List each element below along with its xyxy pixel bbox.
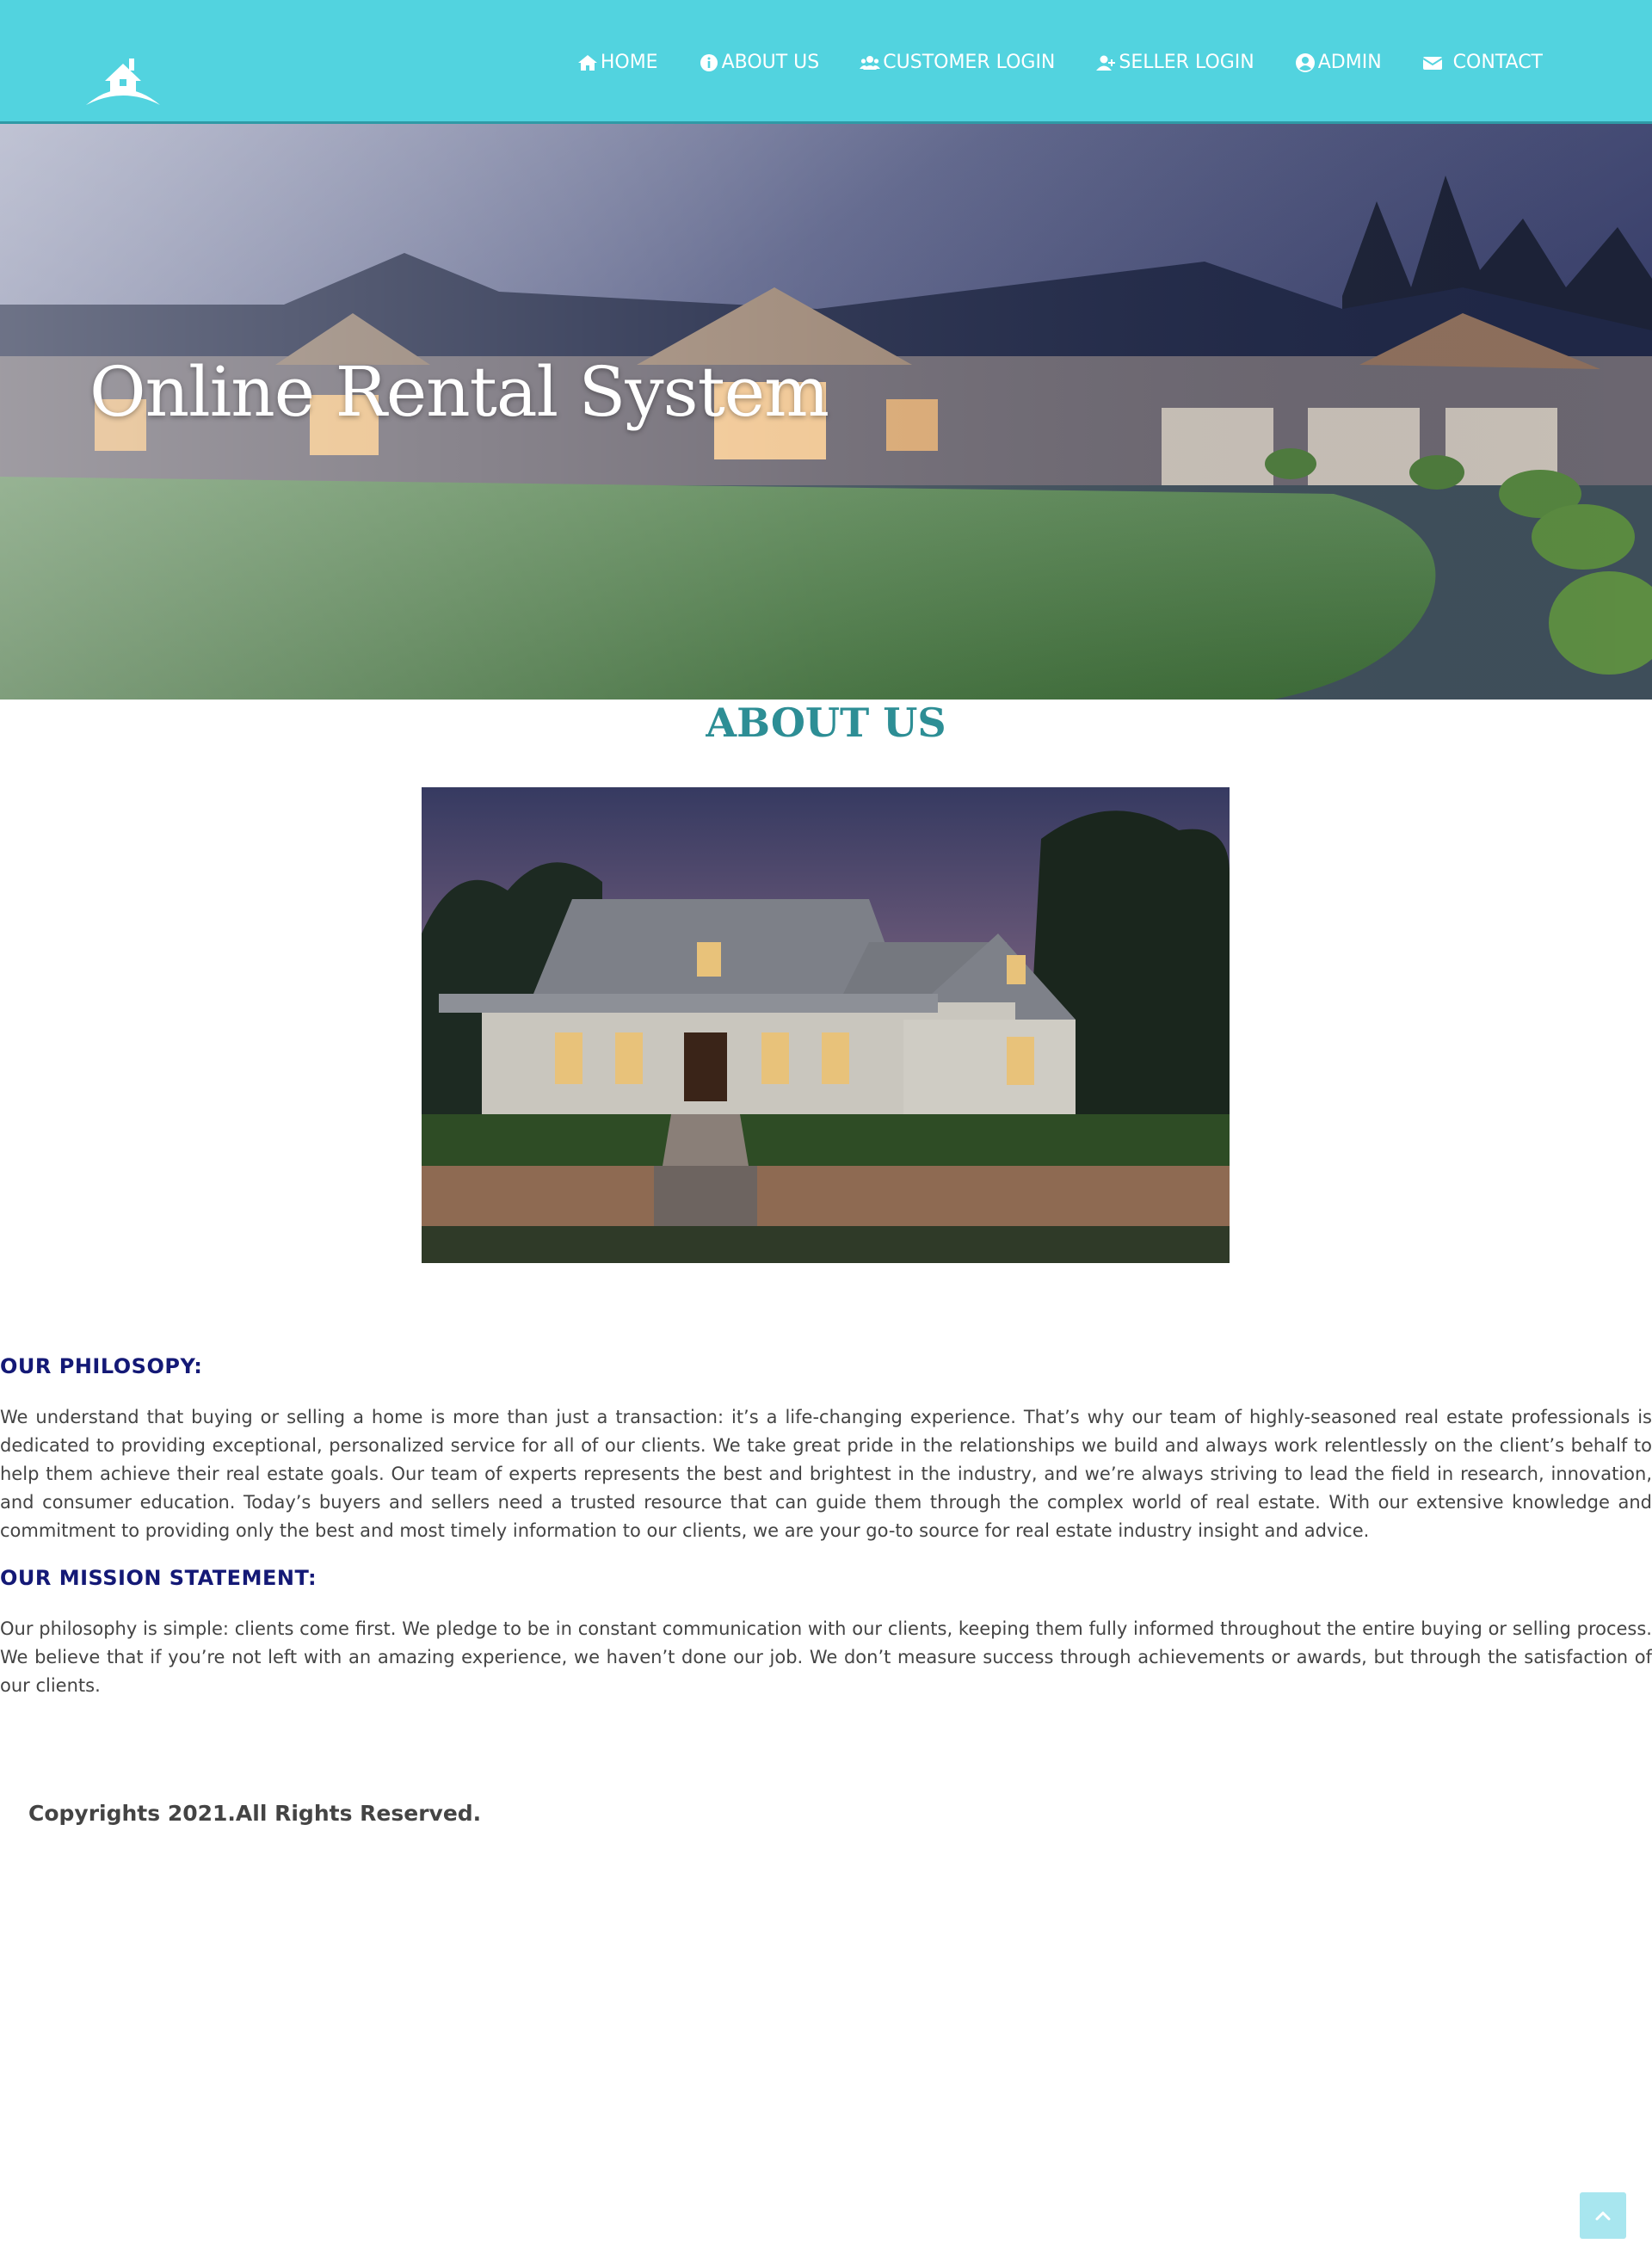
copyright-text: Copyrights 2021.All Rights Reserved. [28, 1801, 482, 1826]
main-nav: HOME ABOUT US CUSTOMER LOGIN SELLER LOGI… [577, 46, 1543, 80]
nav-customer-login-label: CUSTOMER LOGIN [883, 52, 1056, 73]
nav-seller-login[interactable]: SELLER LOGIN [1095, 46, 1254, 80]
about-heading: ABOUT US [706, 700, 946, 746]
nav-admin-label: ADMIN [1317, 52, 1382, 73]
chevron-up-icon [1595, 2211, 1611, 2221]
home-icon [577, 55, 597, 71]
site-header: HOME ABOUT US CUSTOMER LOGIN SELLER LOGI… [0, 0, 1652, 124]
nav-admin[interactable]: ADMIN [1295, 46, 1382, 80]
hero-title: Online Rental System [89, 352, 829, 432]
nav-about-us[interactable]: ABOUT US [699, 46, 820, 80]
user-plus-icon [1096, 55, 1116, 71]
mission-text: Our philosophy is simple: clients come f… [0, 1618, 1652, 1696]
house-logo-icon[interactable] [86, 45, 160, 108]
user-circle-icon [1295, 53, 1315, 72]
back-to-top-button[interactable] [1580, 2192, 1626, 2239]
nav-home-label: HOME [600, 52, 658, 73]
mission-heading: OUR MISSION STATEMENT: [0, 1566, 317, 1590]
philosophy-heading: OUR PHILOSOPY: [0, 1354, 203, 1378]
nav-contact[interactable]: CONTACT [1422, 46, 1543, 80]
nav-home[interactable]: HOME [577, 46, 658, 80]
nav-seller-login-label: SELLER LOGIN [1119, 52, 1254, 73]
philosophy-text: We understand that buying or selling a h… [0, 1407, 1652, 1541]
nav-about-us-label: ABOUT US [721, 52, 820, 73]
nav-customer-login[interactable]: CUSTOMER LOGIN [860, 46, 1055, 80]
envelope-icon [1422, 57, 1443, 70]
nav-contact-label: CONTACT [1452, 52, 1543, 73]
info-circle-icon [700, 54, 718, 71]
users-icon [860, 56, 881, 70]
about-house-image [422, 787, 1230, 1263]
hero-banner: Online Rental System [0, 124, 1652, 700]
